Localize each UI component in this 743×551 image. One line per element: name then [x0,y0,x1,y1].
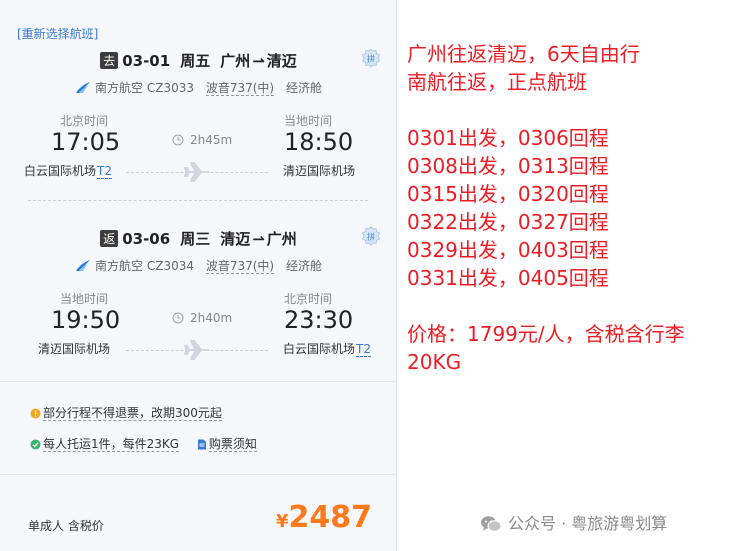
group-badge-icon: 拼 [361,226,381,246]
return-dep-airport: 清迈国际机场 [38,342,111,356]
outbound-dep-time: 17:05 [51,128,121,156]
svg-text:拼: 拼 [367,232,375,242]
price-amount: 2487 [288,500,373,535]
schedule-line: 0329出发，0403回程 [407,238,609,262]
baggage-note: 每人托运1件，每件23KG 购票须知 [30,435,257,452]
return-dep-tz: 当地时间 [60,292,109,306]
return-tag: 返 [100,230,119,247]
check-circle-icon [30,439,41,450]
price-divider [0,474,397,475]
return-arrow-icon: ⇀ [252,230,265,248]
return-flight-no: CZ3034 [146,259,195,273]
schedule-line: 0322出发，0327回程 [407,210,609,234]
outbound-tag: 去 [100,52,119,69]
outbound-header: 去 03-01 周五 广州 ⇀ 清迈 [0,50,397,71]
outbound-arr-airport: 清迈国际机场 [283,164,356,178]
outbound-duration: 2h45m [172,133,232,147]
clock-icon [172,134,184,146]
plane-icon [184,340,209,360]
outbound-dep-terminal: T2 [97,164,112,179]
return-airline-row: 南方航空 CZ3034 波音737(中) 经济舱 [0,257,397,274]
reselect-flight-link[interactable]: [重新选择航班] [17,25,98,42]
schedule-line: 0331出发，0405回程 [407,266,609,290]
outbound-arr-tz: 当地时间 [284,114,333,128]
info-dot-icon [30,408,41,419]
return-date: 03-06 [122,230,171,248]
plane-icon [184,162,209,182]
return-arr-tz: 北京时间 [284,292,333,306]
group-badge-icon: 拼 [361,48,381,68]
promo-price-line-2: 20KG [407,350,462,374]
return-cabin: 经济舱 [285,259,322,273]
return-airline: 南方航空 [95,259,144,273]
price-label: 单成人 含税价 [28,519,104,533]
price-currency: ¥ [276,511,289,532]
return-arr-terminal: T2 [356,342,371,357]
promo-price-line: 价格：1799元/人，含税含行李 [407,322,685,346]
outbound-arrow-icon: ⇀ [252,52,265,70]
document-icon [197,439,206,450]
schedule-line: 0301出发，0306回程 [407,126,609,150]
outbound-weekday: 周五 [180,52,211,70]
return-duration: 2h40m [172,311,232,325]
wechat-watermark: 公众号 · 粤旅游粤划算 [480,510,667,534]
return-dep-time: 19:50 [51,306,121,334]
ticket-notice-link[interactable]: 购票须知 [197,437,257,452]
promo-line-title: 广州往返清迈，6天自由行 [407,42,640,66]
return-from-city: 清迈 [220,230,251,248]
wechat-icon [481,516,502,532]
outbound-dep-tz: 北京时间 [60,114,109,128]
outbound-dep-airport: 白云国际机场T2 [24,164,112,179]
outbound-date: 03-01 [122,52,171,70]
outbound-cabin: 经济舱 [285,81,322,95]
schedule-line: 0315出发，0320回程 [407,182,609,206]
return-arr-time: 23:30 [284,306,354,334]
schedule-line: 0308出发，0313回程 [407,154,609,178]
price: ¥2487 [276,500,372,535]
promo-text: 广州往返清迈，6天自由行 南航往返，正点航班 0301出发，0306回程 030… [407,40,685,376]
refund-note: 部分行程不得退票，改期300元起 [30,404,222,421]
promo-line-subtitle: 南航往返，正点航班 [407,70,587,94]
outbound-airline: 南方航空 [95,81,144,95]
outbound-flight-no: CZ3033 [146,81,195,95]
return-arr-airport: 白云国际机场T2 [283,342,371,357]
clock-icon [172,312,184,324]
china-southern-logo-icon [76,260,91,271]
outbound-aircraft[interactable]: 波音737(中) [205,81,275,96]
outbound-to-city: 清迈 [266,52,297,70]
flight-card: [重新选择航班] 去 03-01 周五 广州 ⇀ 清迈 拼 南方航空 CZ3033 波音7… [0,0,397,551]
return-weekday: 周三 [180,230,211,248]
return-aircraft[interactable]: 波音737(中) [205,259,275,274]
return-to-city: 广州 [266,230,297,248]
outbound-arr-time: 18:50 [284,128,354,156]
segment-divider [28,200,368,201]
return-header: 返 03-06 周三 清迈 ⇀ 广州 [0,228,397,249]
outbound-airline-row: 南方航空 CZ3033 波音737(中) 经济舱 [0,79,397,96]
notes-divider [0,381,397,382]
outbound-from-city: 广州 [220,52,251,70]
svg-text:拼: 拼 [367,54,375,64]
china-southern-logo-icon [76,82,91,93]
